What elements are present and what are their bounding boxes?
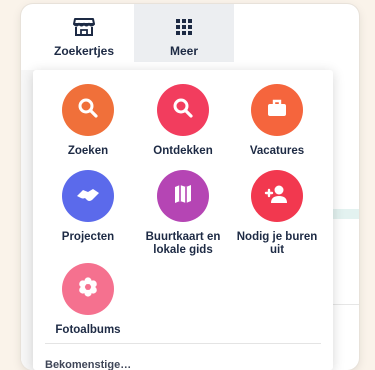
menu-item-nodig-buren[interactable]: Nodig je buren uit [234,170,320,257]
grid-icon [176,15,192,39]
menu-item-fotoalbums-circle [62,263,114,315]
search-icon [171,96,195,125]
tab-meer[interactable]: Meer [134,4,234,62]
menu-item-label: Nodig je buren uit [236,231,318,256]
menu-item-fotoalbums[interactable]: Fotoalbums [45,263,131,337]
add-user-icon [264,183,290,210]
menu-item-vacatures[interactable]: Vacatures [234,84,320,158]
menu-item-label: Ontdekken [153,145,213,157]
menu-item-label: Vacatures [249,145,305,157]
map-icon [172,183,194,210]
flower-icon [76,275,100,304]
menu-item-buurtkaart[interactable]: Buurtkaart en lokale gids [140,170,226,257]
briefcase-icon [265,96,289,125]
menu-item-label: Projecten [61,231,115,243]
handshake-icon [75,183,101,210]
menu-item-nodig-buren-circle [251,170,303,222]
menu-item-buurtkaart-circle [157,170,209,222]
storefront-icon [73,15,95,39]
menu-item-label: Buurtkaart en lokale gids [145,231,221,256]
menu-item-ontdekken[interactable]: Ontdekken [140,84,226,158]
menu-item-projecten[interactable]: Projecten [45,170,131,244]
tab-zoekertjes[interactable]: Zoekertjes [42,4,126,62]
tab-zoekertjes-label: Zoekertjes [53,44,115,58]
menu-item-zoeken-circle [62,84,114,136]
tab-meer-label: Meer [169,44,198,58]
app-window: Zoekertjes Meer Zoeken Ontdekken Vacatur… [21,4,359,370]
menu-item-label: Zoeken [67,145,109,157]
menu-item-label: Fotoalbums [55,324,121,336]
menu-item-ontdekken-circle [157,84,209,136]
menu-cutoff-label[interactable]: Bekomenstige… [45,359,131,370]
menu-item-vacatures-circle [251,84,303,136]
menu-item-zoeken[interactable]: Zoeken [45,84,131,158]
more-menu-panel: Zoeken Ontdekken Vacatures Projecten Buu… [33,70,333,370]
search-icon [76,96,100,125]
menu-divider [45,343,321,344]
menu-item-projecten-circle [62,170,114,222]
